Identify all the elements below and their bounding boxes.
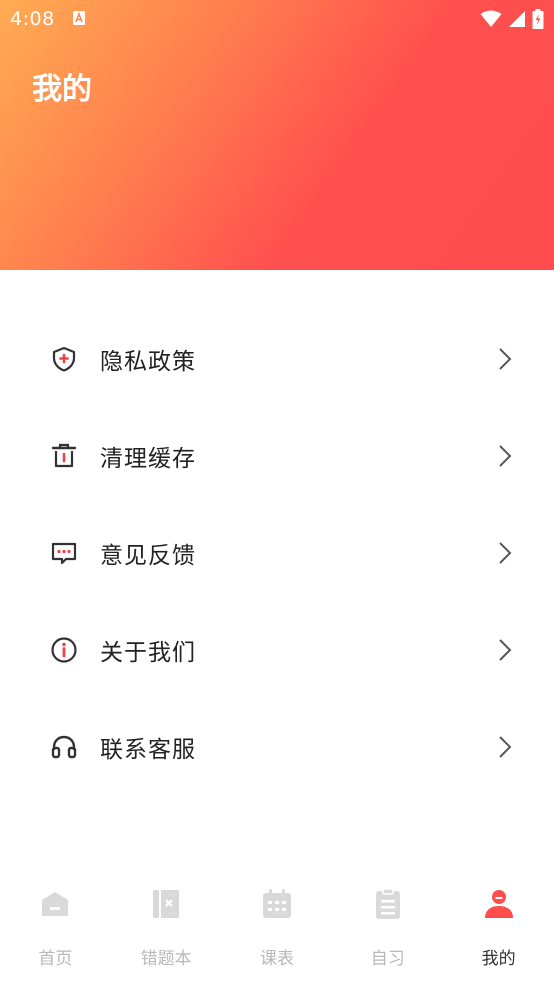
tab-label: 错题本 <box>140 949 192 969</box>
tab-label: 自习 <box>370 949 405 969</box>
info-icon <box>50 636 78 664</box>
menu-item-privacy-policy[interactable]: 隐私政策 <box>0 310 554 407</box>
status-bar: 4:08 <box>0 0 554 38</box>
page-title: 我的 <box>32 72 92 107</box>
bottom-tab-bar: 首页 错题本 课表 自习 我的 <box>0 876 554 986</box>
headset-icon <box>50 733 78 761</box>
tab-label: 课表 <box>259 949 294 969</box>
battery-icon <box>532 9 544 29</box>
menu-item-label: 意见反馈 <box>100 542 196 569</box>
tab-profile[interactable]: 我的 <box>443 876 554 986</box>
menu-item-feedback[interactable]: 意见反馈 <box>0 504 554 601</box>
menu-item-clear-cache[interactable]: 清理缓存 <box>0 407 554 504</box>
tab-label: 首页 <box>38 949 73 969</box>
calendar-icon <box>262 889 291 918</box>
settings-menu: 隐私政策 清理缓存 意见反馈 关于我们 联系客服 <box>0 310 554 795</box>
chevron-right-icon <box>499 638 512 661</box>
chevron-right-icon <box>499 541 512 564</box>
tab-schedule[interactable]: 课表 <box>222 876 333 986</box>
shield-icon <box>50 345 78 373</box>
tab-self-study[interactable]: 自习 <box>332 876 443 986</box>
menu-item-customer-service[interactable]: 联系客服 <box>0 698 554 795</box>
notebook-icon <box>153 890 180 918</box>
menu-item-label: 联系客服 <box>100 736 196 763</box>
home-icon <box>42 892 69 916</box>
menu-item-about-us[interactable]: 关于我们 <box>0 601 554 698</box>
chevron-right-icon <box>499 444 512 467</box>
header-banner: 4:08 我的 <box>0 0 554 270</box>
menu-item-label: 清理缓存 <box>100 445 196 472</box>
user-icon <box>484 890 513 918</box>
clipboard-icon <box>375 888 400 919</box>
chevron-right-icon <box>499 347 512 370</box>
wifi-icon <box>480 10 502 27</box>
tab-label: 我的 <box>481 949 516 969</box>
menu-item-label: 隐私政策 <box>100 348 196 375</box>
status-indicators <box>480 9 544 29</box>
chevron-right-icon <box>499 735 512 758</box>
menu-item-label: 关于我们 <box>100 639 196 666</box>
trash-icon <box>50 442 78 470</box>
status-time: 4:08 <box>10 8 55 30</box>
profile-screen: 4:08 我的 隐私政策 清理缓存 意见反馈 关于我们 联系客服 首页 错题本 … <box>0 0 554 986</box>
signal-icon <box>509 11 525 27</box>
tab-mistake-notebook[interactable]: 错题本 <box>111 876 222 986</box>
feedback-icon <box>50 539 78 567</box>
tab-home[interactable]: 首页 <box>0 876 111 986</box>
app-notification-icon <box>73 11 85 25</box>
